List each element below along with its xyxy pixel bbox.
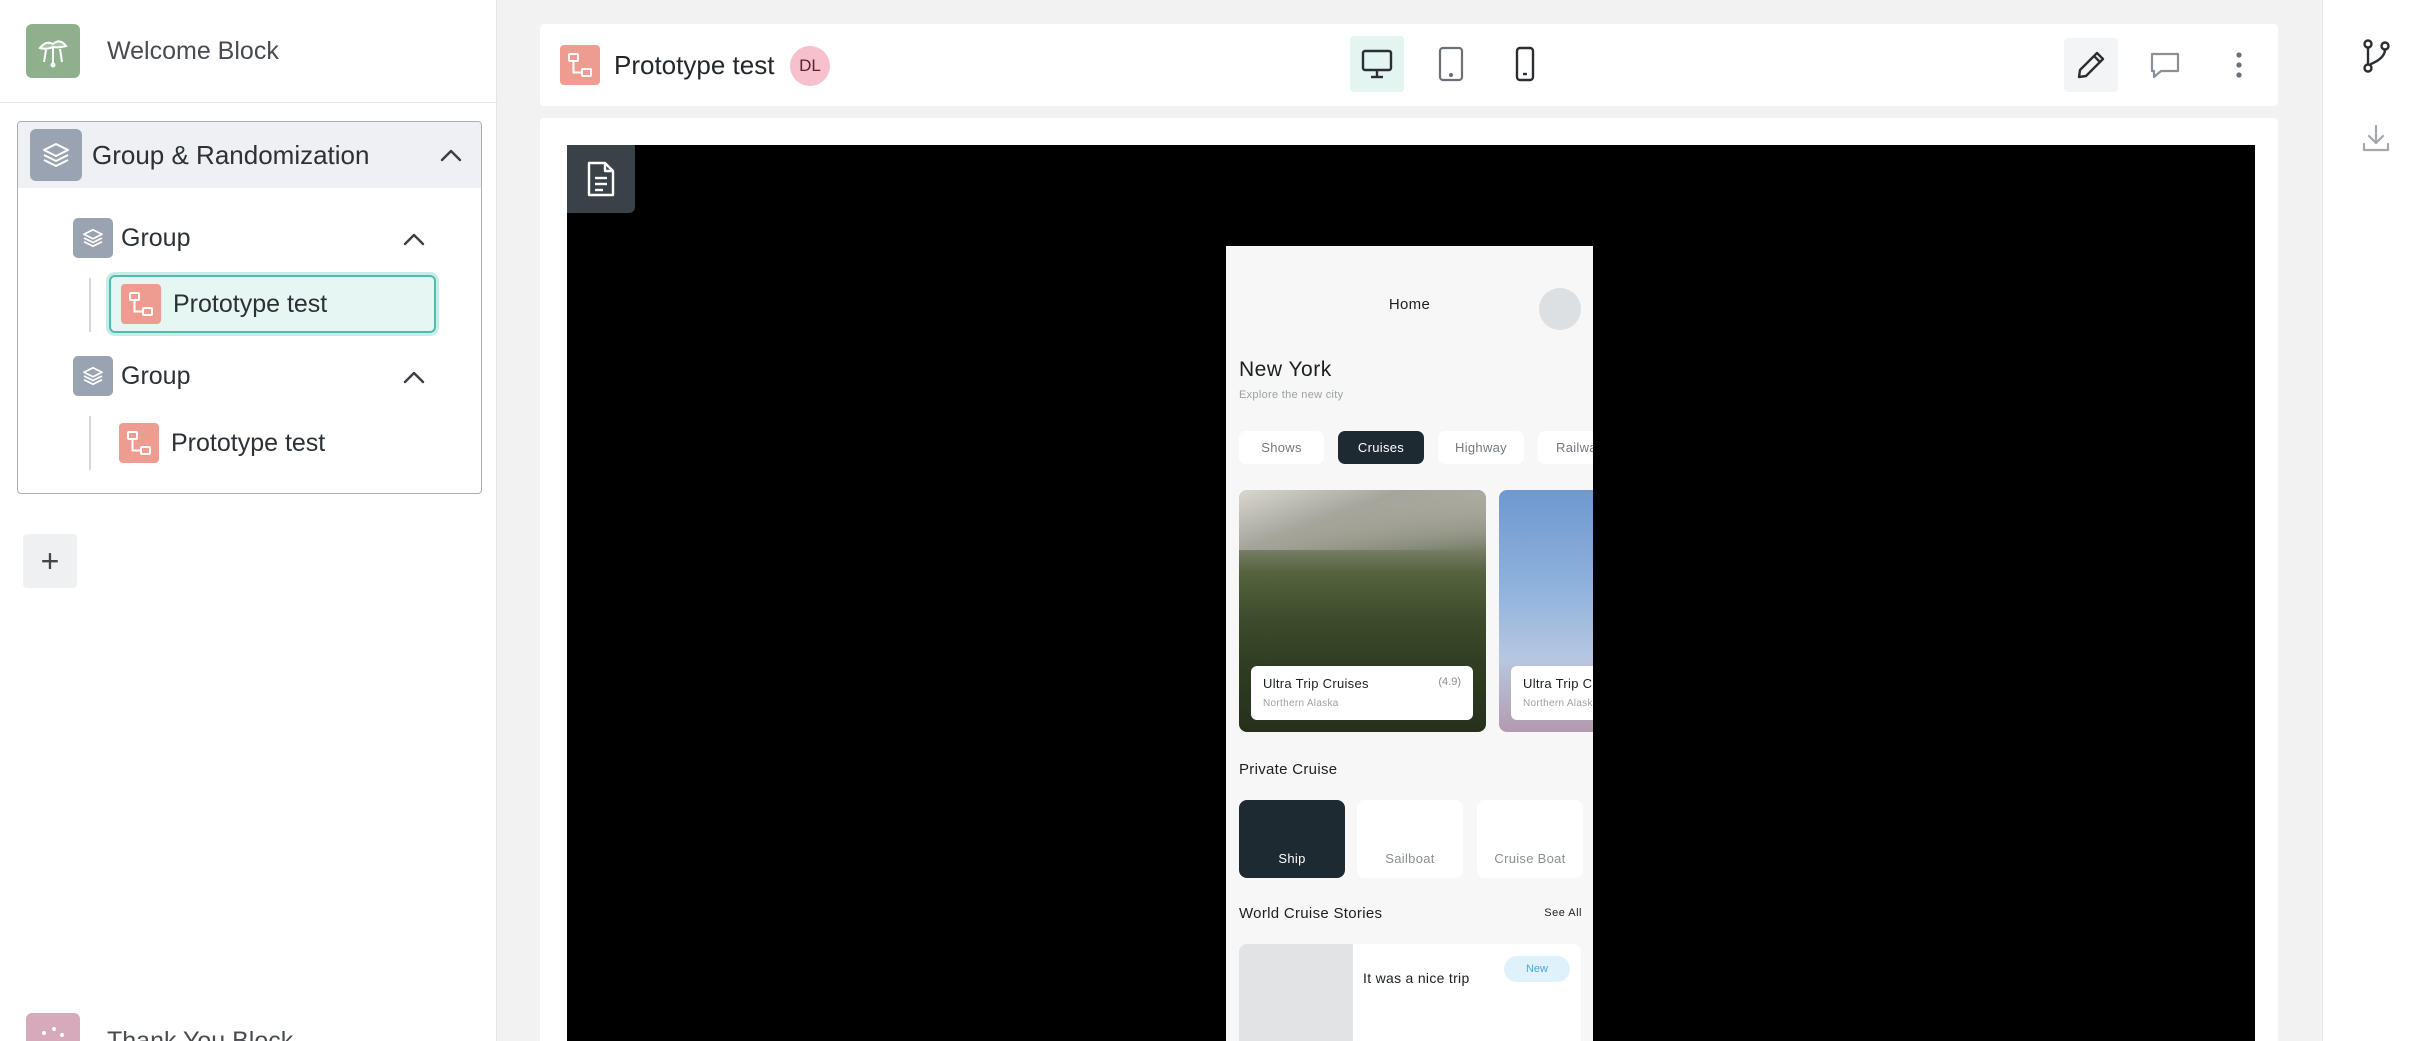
group-label: Group [121,361,191,390]
tablet-view-button[interactable] [1424,36,1478,92]
comment-icon [2150,52,2180,79]
story-new-badge: New [1504,956,1570,982]
prototype-stage: Home New York Explore the new city Shows… [567,145,2255,1041]
desktop-icon [1361,49,1393,79]
story-title: It was a nice trip [1363,970,1470,986]
private-option-cruise-boat[interactable]: Cruise Boat [1477,800,1583,878]
preview-toolbar: Prototype test DL [540,24,2278,106]
tree-connector [89,278,91,332]
welcome-block-item[interactable]: Welcome Block [0,0,497,103]
welcome-block-icon [26,24,80,78]
cruise-card-2[interactable]: Ultra Trip Cruises Northern Alaska [1499,490,1593,732]
phone-home-title: Home [1388,296,1431,313]
task-details-button[interactable] [567,145,635,213]
cruise-card-name: Ultra Trip Cruises [1263,676,1369,691]
group-randomization-container: Group & Randomization Group Prototype te… [17,121,482,494]
more-vertical-icon [2236,52,2242,78]
prototype-test-label: Prototype test [173,289,328,318]
layers-icon [73,356,113,396]
cruise-card-name: Ultra Trip Cruises [1523,676,1593,691]
story-card[interactable]: It was a nice trip New [1239,944,1581,1041]
group-randomization-label: Group & Randomization [92,139,370,170]
chevron-up-icon[interactable] [402,227,426,251]
layers-icon [73,218,113,258]
world-cruise-stories-title: World Cruise Stories [1239,905,1383,922]
prototype-test-label: Prototype test [171,428,326,457]
see-all-link[interactable]: See All [1544,907,1582,919]
chip-highway[interactable]: Highway [1438,431,1524,464]
prototype-test-item-2[interactable]: Prototype test [109,414,436,472]
story-thumbnail [1239,944,1353,1041]
thank-you-block-label: Thank You Block [107,1027,294,1041]
chip-railway[interactable]: Railway [1538,431,1593,464]
tablet-icon [1438,46,1464,82]
chip-shows[interactable]: Shows [1239,431,1324,464]
private-cruise-title: Private Cruise [1239,761,1338,778]
thank-you-block-icon [26,1013,80,1041]
prototype-phone-frame[interactable]: Home New York Explore the new city Shows… [1226,246,1593,1041]
chevron-up-icon[interactable] [439,143,463,167]
cruise-card-location: Northern Alaska [1263,698,1339,709]
block-title: Prototype test [614,50,775,80]
edit-button[interactable] [2064,38,2118,92]
git-branch-icon [2363,39,2390,73]
group-item-1[interactable]: Group [73,218,190,258]
phone-city-title: New York [1239,358,1332,381]
user-avatar-badge[interactable]: DL [790,46,830,86]
cruise-card-location: Northern Alaska [1523,698,1593,709]
logic-branch-button[interactable] [2358,38,2394,74]
private-option-ship[interactable]: Ship [1239,800,1345,878]
cruise-card-info: Ultra Trip Cruises Northern Alaska [1511,666,1593,720]
private-option-sailboat[interactable]: Sailboat [1357,800,1463,878]
comment-button[interactable] [2138,38,2192,92]
group-randomization-header[interactable]: Group & Randomization [18,122,481,188]
chip-cruises[interactable]: Cruises [1338,431,1424,464]
cruise-card-rating: (4.9) [1438,676,1461,688]
group-item-2[interactable]: Group [73,356,190,396]
cruise-card-1[interactable]: Ultra Trip Cruises (4.9) Northern Alaska [1239,490,1486,732]
pencil-icon [2077,51,2105,79]
tree-connector [89,416,91,470]
download-button[interactable] [2358,120,2394,156]
welcome-block-label: Welcome Block [107,36,279,65]
mobile-icon [1515,46,1535,82]
add-block-button[interactable]: + [23,534,77,588]
prototype-test-item-1[interactable]: Prototype test [109,275,436,333]
chevron-up-icon[interactable] [402,365,426,389]
layers-icon [30,129,82,181]
prototype-flow-icon [119,423,159,463]
group-label: Group [121,223,191,252]
right-tool-strip [2322,0,2428,1041]
download-icon [2362,124,2390,152]
mobile-view-button[interactable] [1498,36,1552,92]
phone-avatar[interactable] [1539,288,1581,330]
block-sidebar: Welcome Block Group & Randomization Grou… [0,0,497,1041]
prototype-flow-icon [560,45,600,85]
thank-you-block-item[interactable]: Thank You Block [26,1013,293,1041]
more-options-button[interactable] [2212,38,2266,92]
phone-city-subtitle: Explore the new city [1239,389,1344,401]
desktop-view-button[interactable] [1350,36,1404,92]
prototype-flow-icon [121,284,161,324]
document-icon [587,161,615,197]
cruise-card-info: Ultra Trip Cruises (4.9) Northern Alaska [1251,666,1473,720]
